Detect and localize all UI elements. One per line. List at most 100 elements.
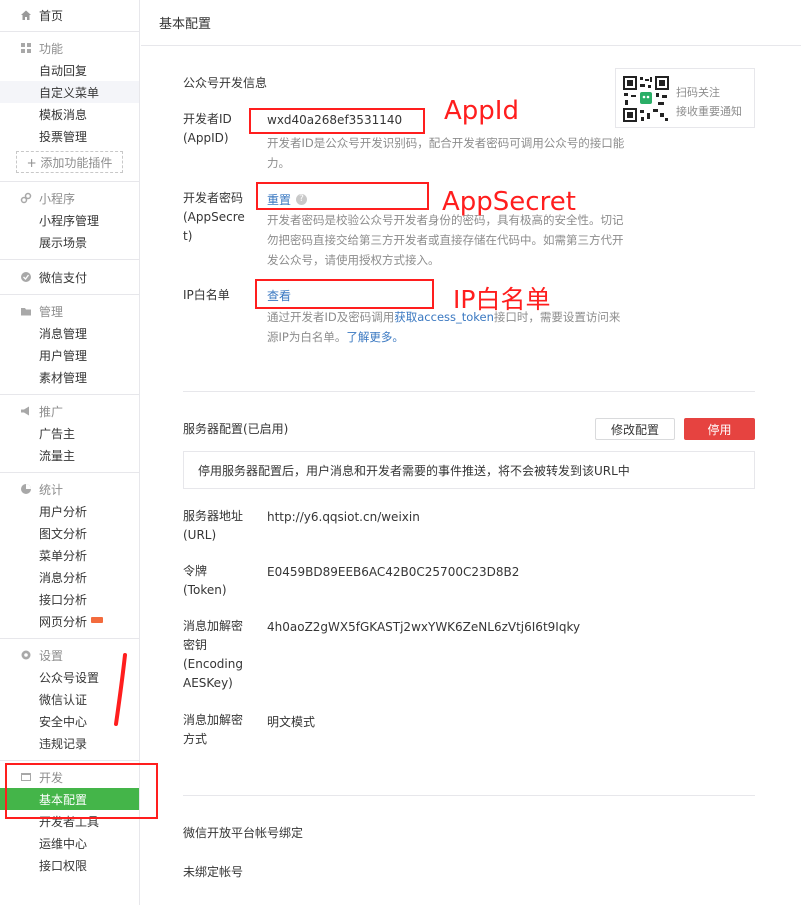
sidebar-section-label: 功能	[39, 41, 64, 56]
disable-button[interactable]: 停用	[684, 418, 755, 440]
aes-key-label: 消息加解密 密钥 (Encoding AESKey)	[183, 617, 243, 693]
sidebar-item-pay[interactable]: 微信支付	[0, 266, 139, 288]
sidebar-item-api-analysis[interactable]: 接口分析	[0, 588, 139, 610]
sidebar-item-user-manage[interactable]: 用户管理	[0, 344, 139, 366]
sidebar-item-web-analysis[interactable]: 网页分析	[0, 610, 139, 632]
token-label-line-1: 令牌	[183, 564, 208, 578]
sidebar-section-title: 小程序	[0, 187, 139, 209]
appid-label: 开发者ID (AppID)	[183, 110, 232, 148]
sidebar-section-title: 管理	[0, 300, 139, 322]
main-panel: 基本配置 公众号开发信息 扫码关注 接收重要通知 开发者ID (AppID) w…	[141, 0, 801, 905]
appsecret-label-line-1: 开发者密码	[183, 191, 244, 205]
link-icon	[20, 192, 32, 204]
sidebar-section-stats: 统计 用户分析 图文分析 菜单分析 消息分析 接口分析 网页分析	[0, 473, 139, 639]
aes-key-value: 4h0aoZ2gWX5fGKASTj2wxYWK6ZeNL6zVtj6I6t9I…	[267, 620, 581, 634]
appsecret-description: 开发者密码是校验公众号开发者身份的密码，具有极高的安全性。切记 勿把密码直接交给…	[267, 210, 657, 270]
sidebar-section-label: 小程序	[39, 191, 76, 206]
sidebar-section-miniprogram: 小程序 小程序管理 展示场景	[0, 182, 139, 260]
sidebar-item-scene[interactable]: 展示场景	[0, 231, 139, 253]
token-label-line-2: (Token)	[183, 583, 227, 597]
aes-key-label-line-3: (Encoding	[183, 657, 243, 671]
appid-label-line-1: 开发者ID	[183, 112, 232, 126]
ip-desc-line-2: 源IP为白名单。了解更多。	[267, 327, 657, 347]
sidebar-section-label: 设置	[39, 648, 64, 663]
sidebar-item-article-analysis[interactable]: 图文分析	[0, 522, 139, 544]
appsecret-highlight-box	[256, 182, 429, 210]
appsecret-label-line-3: t)	[183, 229, 193, 243]
learn-more-link[interactable]: 了解更多。	[346, 330, 404, 344]
appid-label-line-2: (AppID)	[183, 131, 229, 145]
ip-annotation: IP白名单	[453, 285, 551, 314]
token-value: E0459BD89EEB6AC42B0C25700C23D8B2	[267, 565, 520, 579]
red-pen-stroke-icon	[114, 653, 127, 726]
sidebar-section-label: 统计	[39, 482, 64, 497]
server-url-label-line-1: 服务器地址	[183, 509, 244, 523]
ip-desc-text: 源IP为白名单。	[267, 330, 347, 344]
token-label: 令牌 (Token)	[183, 562, 227, 600]
appid-desc-line-1: 开发者ID是公众号开发识别码，配合开发者密码可调用公众号的接口能	[267, 136, 625, 150]
grid-icon	[20, 42, 32, 54]
sidebar-item-vote[interactable]: 投票管理	[0, 125, 139, 147]
add-plugin-button[interactable]: + 添加功能插件	[16, 151, 123, 173]
appsecret-annotation: AppSecret	[442, 187, 576, 217]
pay-icon	[20, 271, 32, 283]
sidebar-item-publisher[interactable]: 流量主	[0, 444, 139, 466]
encrypt-mode-label-line-2: 方式	[183, 732, 208, 746]
megaphone-icon	[20, 405, 32, 417]
section-divider	[183, 795, 755, 796]
open-platform-title: 微信开放平台帐号绑定	[183, 826, 304, 840]
sidebar-home-label: 首页	[39, 8, 64, 23]
modify-config-button[interactable]: 修改配置	[595, 418, 675, 440]
server-url-label: 服务器地址 (URL)	[183, 507, 243, 545]
sidebar-section-features: 功能 自动回复 自定义菜单 模板消息 投票管理 + 添加功能插件	[0, 32, 139, 182]
appid-description: 开发者ID是公众号开发识别码，配合开发者密码可调用公众号的接口能 力。	[267, 133, 657, 173]
sidebar-item-advertiser[interactable]: 广告主	[0, 422, 139, 444]
folder-icon	[20, 305, 32, 317]
encrypt-mode-value: 明文模式	[267, 715, 316, 729]
sidebar-item-message-analysis[interactable]: 消息分析	[0, 566, 139, 588]
home-icon	[20, 9, 32, 21]
new-badge-icon	[91, 617, 104, 623]
section-divider	[183, 391, 755, 392]
qr-follow-card: 扫码关注 接收重要通知	[615, 68, 755, 128]
ip-desc-text: 通过开发者ID及密码调用	[267, 310, 395, 324]
sidebar-section-pay: 微信支付	[0, 260, 139, 295]
dev-info-title: 公众号开发信息	[183, 76, 268, 90]
appid-desc-line-2: 力。	[267, 156, 290, 170]
server-url-value: http://y6.qqsiot.cn/weixin	[267, 510, 420, 524]
sidebar-item-violations[interactable]: 违规记录	[0, 732, 139, 754]
page-title: 基本配置	[141, 0, 801, 46]
sidebar-section-manage: 管理 消息管理 用户管理 素材管理	[0, 295, 139, 395]
sidebar-section-promotion: 推广 广告主 流量主	[0, 395, 139, 473]
sidebar-section-label: 推广	[39, 404, 64, 419]
sidebar-item-miniprogram-manage[interactable]: 小程序管理	[0, 209, 139, 231]
sidebar-home-section: 首页	[0, 0, 139, 32]
pie-icon	[20, 483, 32, 495]
sidebar-item-ops-center[interactable]: 运维中心	[0, 832, 139, 854]
server-config-title: 服务器配置(已启用)	[183, 422, 289, 436]
sidebar-item-custom-menu[interactable]: 自定义菜单	[0, 81, 139, 103]
sidebar-section-title: 推广	[0, 400, 139, 422]
sidebar-item-api-permission[interactable]: 接口权限	[0, 854, 139, 876]
sidebar-item-template-message[interactable]: 模板消息	[0, 103, 139, 125]
sidebar-item-menu-analysis[interactable]: 菜单分析	[0, 544, 139, 566]
appsecret-label: 开发者密码 (AppSecre t)	[183, 189, 245, 246]
server-url-label-line-2: (URL)	[183, 528, 217, 542]
qr-text: 扫码关注 接收重要通知	[676, 83, 742, 121]
sidebar-item-material-manage[interactable]: 素材管理	[0, 366, 139, 388]
sidebar-section-title: 统计	[0, 478, 139, 500]
ip-highlight-box	[255, 279, 434, 309]
open-platform-status: 未绑定帐号	[183, 865, 244, 879]
aes-key-label-line-4: AESKey)	[183, 676, 233, 690]
sidebar-item-auto-reply[interactable]: 自动回复	[0, 59, 139, 81]
ip-whitelist-label: IP白名单	[183, 288, 230, 302]
qr-text-line-1: 扫码关注	[676, 86, 720, 99]
sidebar-section-title: 功能	[0, 37, 139, 59]
sidebar-item-user-analysis[interactable]: 用户分析	[0, 500, 139, 522]
encrypt-mode-label-line-1: 消息加解密	[183, 713, 244, 727]
sidebar-item-message-manage[interactable]: 消息管理	[0, 322, 139, 344]
aes-key-label-line-2: 密钥	[183, 638, 208, 652]
appid-annotation: AppId	[444, 96, 519, 126]
basic-config-highlight-box	[5, 763, 158, 819]
sidebar-item-home[interactable]: 首页	[0, 4, 139, 26]
